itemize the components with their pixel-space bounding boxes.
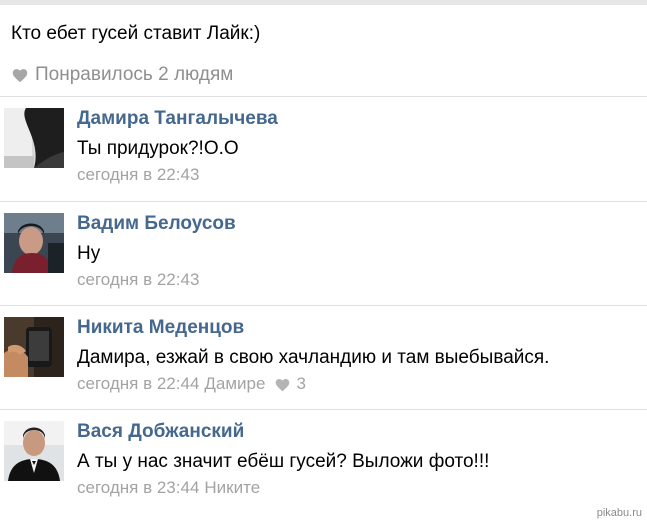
avatar[interactable] [4,421,64,481]
author-name[interactable]: Вася Добжанский [77,420,244,444]
likes-row[interactable]: Понравилось 2 людям [11,63,233,87]
likes-count-label: Понравилось 2 людям [35,64,234,85]
avatar[interactable] [4,108,64,168]
comment-text: А ты у нас значит ебёш гусей? Выложи фот… [77,451,490,472]
author-name[interactable]: Никита Меденцов [77,316,244,340]
comment-item: Дамира Тангалычева Ты придурок?!О.О сего… [0,97,647,201]
author-name[interactable]: Вадим Белоусов [77,212,236,236]
author-name[interactable]: Дамира Тангалычева [77,107,278,131]
reply-to-link[interactable]: Никите [204,478,260,498]
comment-timestamp: сегодня в 23:44 [77,478,200,497]
heart-icon [12,69,28,83]
watermark: pikabu.ru [596,507,642,519]
comment-timestamp: сегодня в 22:44 [77,374,200,393]
comment-like-count: 3 [296,374,306,393]
comment-text: Дамира, езжай в свою хачландию и там вые… [77,347,550,368]
comment-item: Вася Добжанский А ты у нас значит ебёш г… [0,410,647,514]
comment-item: Никита Меденцов Дамира, езжай в свою хач… [0,306,647,410]
comment-meta: сегодня в 23:44 Никите [77,476,260,500]
comment-text: Ну [77,243,101,264]
comment-item: Вадим Белоусов Ну сегодня в 22:43 [0,202,647,306]
heart-icon[interactable] [274,377,291,392]
avatar[interactable] [4,317,64,377]
post-text: Кто ебет гусей ставит Лайк:) [11,23,261,44]
comment-timestamp: сегодня в 22:43 [77,165,200,184]
comment-meta: сегодня в 22:44 Дамире 3 [77,372,306,396]
comment-meta: сегодня в 22:43 [77,163,199,187]
reply-to-link[interactable]: Дамире [204,374,265,394]
avatar[interactable] [4,213,64,273]
post: Кто ебет гусей ставит Лайк:) Понравилось… [0,5,647,96]
comment-meta: сегодня в 22:43 [77,268,199,292]
comment-text: Ты придурок?!О.О [77,138,239,159]
comment-timestamp: сегодня в 22:43 [77,270,200,289]
